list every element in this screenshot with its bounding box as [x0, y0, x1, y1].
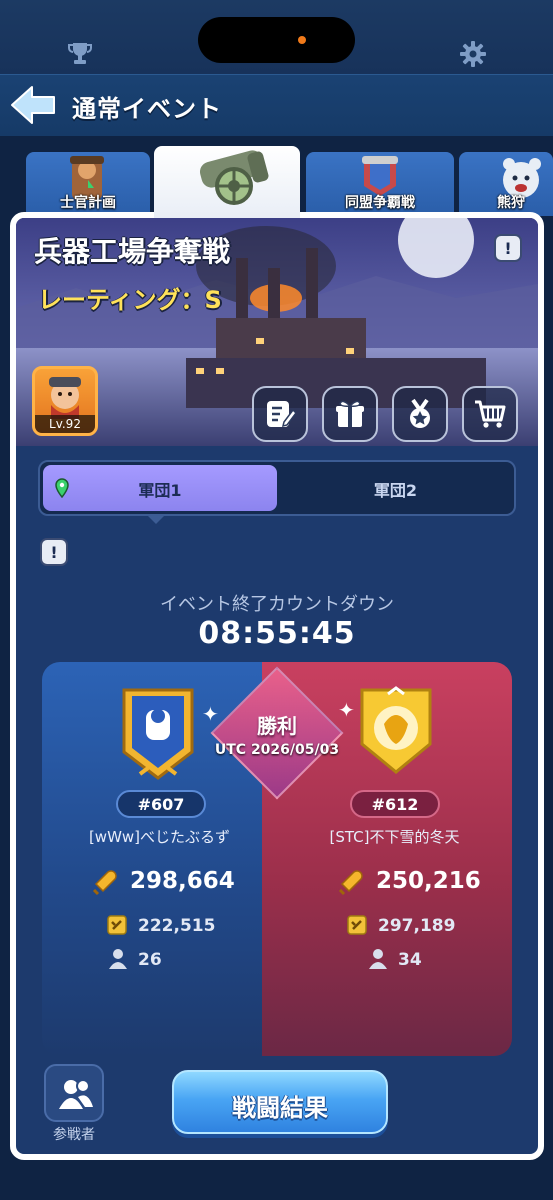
right-team-members: 34: [398, 950, 422, 970]
event-info-button[interactable]: !: [494, 234, 522, 262]
power-shield-icon: [347, 915, 367, 935]
legion-selector: 軍団1 軍団2: [38, 460, 516, 516]
member-icon: [369, 949, 387, 969]
left-team-rank: #607: [116, 790, 206, 818]
page-title: 通常イベント: [72, 95, 222, 123]
cart-icon: [475, 400, 506, 428]
left-team-bullets: 298,664: [130, 868, 235, 894]
header-bar: 通常イベント: [0, 74, 553, 136]
edit-button[interactable]: [252, 386, 308, 442]
player-avatar[interactable]: Lv.92: [32, 366, 98, 436]
battle-result-label: 戦闘結果: [232, 1094, 328, 1122]
event-card: 兵器工場争奪戦 レーティング：S ! Lv.92 軍団1 軍団2 ! イベント終…: [10, 212, 544, 1160]
tab-weapon-factory[interactable]: [154, 146, 300, 218]
edit-icon: [267, 401, 296, 428]
rules-info-button[interactable]: !: [40, 538, 68, 566]
power-shield-icon: [107, 915, 127, 935]
gift-icon: [336, 400, 364, 427]
shop-button[interactable]: [462, 386, 518, 442]
tab-label: 熊狩: [497, 195, 525, 211]
legion-2-tab[interactable]: 軍団2: [277, 477, 514, 501]
legion-1-label: 軍団1: [138, 481, 182, 500]
event-tabs: 士官計画 同盟争覇戦 熊狩: [0, 146, 553, 218]
right-team-power: 297,189: [378, 916, 456, 936]
left-team-members: 26: [138, 950, 162, 970]
gear-icon[interactable]: [459, 40, 487, 68]
trophy-icon[interactable]: [66, 40, 94, 68]
event-rating: レーティング：S: [38, 286, 222, 314]
battle-outcome: 勝利: [257, 714, 297, 738]
participants-icon: [59, 1079, 93, 1109]
countdown-timer: 08:55:45: [198, 616, 356, 651]
commander-portrait-icon: [49, 377, 81, 419]
back-arrow-icon[interactable]: [8, 83, 58, 127]
tab-officer-plan[interactable]: 士官計画: [26, 152, 150, 216]
medal-icon: [410, 398, 430, 428]
status-area: [0, 0, 553, 74]
event-banner: 兵器工場争奪戦 レーティング：S ! Lv.92: [16, 218, 538, 446]
right-team-rank: #612: [350, 790, 440, 818]
event-title: 兵器工場争奪戦: [34, 235, 231, 268]
camera-island: [198, 17, 355, 63]
participants-label: 参戦者: [53, 1127, 95, 1143]
tab-bear-hunt[interactable]: 熊狩: [459, 152, 553, 216]
battle-result-button[interactable]: 戦闘結果: [172, 1070, 388, 1134]
legion-1-tab[interactable]: 軍団1: [43, 465, 277, 511]
participants-button[interactable]: [44, 1064, 104, 1122]
versus-panel: ✦ ✦ 勝利 UTC 2026/05/03 #607 #612 [wWw]べじた…: [42, 662, 512, 1056]
bullet-icon: [338, 870, 363, 896]
right-team-bullets: 250,216: [376, 868, 481, 894]
selector-pointer: [146, 514, 166, 524]
cannon-icon: [199, 150, 269, 205]
tab-alliance-battle[interactable]: 同盟争覇戦: [306, 152, 454, 216]
gift-button[interactable]: [322, 386, 378, 442]
member-icon: [109, 949, 127, 969]
left-team-name: [wWw]べじたぶるず: [88, 828, 231, 846]
tab-label: 同盟争覇戦: [345, 195, 415, 211]
left-team-power: 222,515: [138, 916, 216, 936]
battle-date: UTC 2026/05/03: [214, 742, 340, 758]
countdown-label: イベント終了カウントダウン: [160, 594, 394, 615]
bullet-icon: [92, 870, 117, 896]
medal-button[interactable]: [392, 386, 448, 442]
right-team-name: [STC]不下雪的冬天: [329, 828, 460, 846]
player-level: Lv.92: [35, 415, 95, 433]
tab-label: 士官計画: [60, 195, 116, 211]
